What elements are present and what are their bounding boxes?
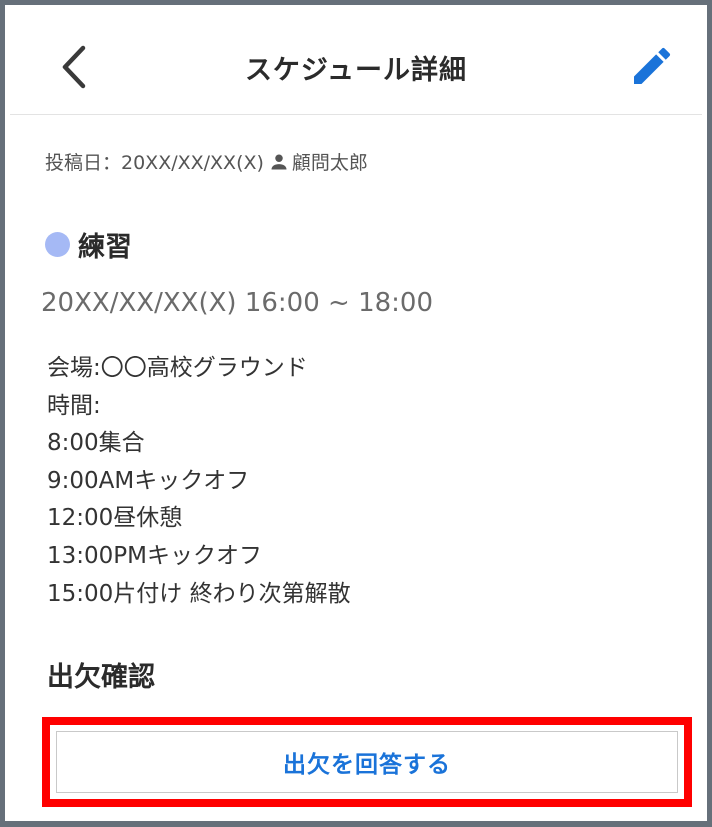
attendance-section-title: 出欠確認	[47, 662, 155, 693]
description-line: 会場:〇〇高校グラウンド	[47, 355, 308, 381]
event-datetime: 20XX/XX/XX(X) 16:00 ~ 18:00	[41, 288, 434, 318]
app-frame: スケジュール詳細 投稿日：20XX/XX/XX(X) 顧問太郎 練習 20XX/…	[0, 0, 712, 827]
category-dot	[45, 232, 70, 257]
post-meta: 投稿日：20XX/XX/XX(X) 顧問太郎	[45, 148, 368, 175]
pencil-icon	[634, 47, 671, 84]
posted-date: 投稿日：20XX/XX/XX(X)	[45, 152, 264, 174]
person-icon	[268, 151, 290, 173]
app-header: スケジュール詳細	[10, 10, 702, 115]
page-title: スケジュール詳細	[244, 55, 468, 86]
edit-button[interactable]	[624, 38, 680, 94]
event-description: 会場:〇〇高校グラウンド 時間: 8:00集合 9:00AMキックオフ 12:0…	[47, 350, 351, 613]
description-line: 時間:	[47, 392, 101, 419]
event-category: 練習	[45, 225, 132, 264]
description-line: 8:00集合	[47, 430, 145, 457]
answer-attendance-label: 出欠を回答する	[283, 752, 451, 778]
description-line: 13:00PMキックオフ	[47, 542, 262, 569]
author-name: 顧問太郎	[291, 152, 368, 174]
answer-attendance-button[interactable]: 出欠を回答する	[42, 717, 692, 807]
description-line: 15:00片付け 終わり次第解散	[47, 580, 351, 607]
category-label: 練習	[78, 232, 132, 263]
description-line: 12:00昼休憩	[47, 505, 183, 532]
description-line: 9:00AMキックオフ	[47, 467, 250, 494]
